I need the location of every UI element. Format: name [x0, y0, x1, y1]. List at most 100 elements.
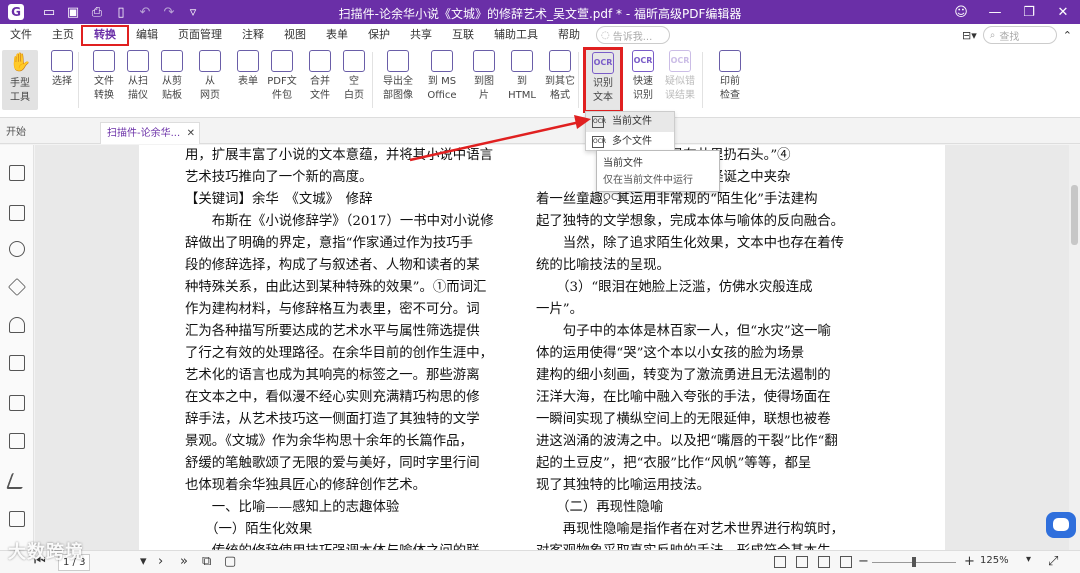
tab-menu-9[interactable]: 共享 [400, 24, 442, 46]
tab-menu-3[interactable]: 编辑 [126, 24, 168, 46]
select-tool-button[interactable]: 选择 [44, 50, 80, 89]
page-copy-icon[interactable]: ▢ [224, 554, 236, 569]
vertical-scrollbar[interactable] [1069, 145, 1080, 550]
user-account-icon[interactable]: ☺ [944, 0, 978, 24]
to-other-formats-button[interactable]: 到其它 格式 [542, 50, 578, 103]
ribbon-label: 文件 [310, 90, 330, 101]
tab-menu-2[interactable]: 转换 [81, 24, 129, 46]
tooltip-description: 仅在当前文件中运行OCR [603, 175, 693, 203]
search-input[interactable]: ⌕ 查找 [982, 26, 1057, 44]
single-page-view-icon[interactable] [774, 556, 786, 568]
find-options-icon[interactable]: ⊟▾ [962, 29, 977, 42]
close-window-button[interactable]: ✕ [1046, 0, 1080, 24]
pen-icon[interactable] [6, 473, 28, 489]
attachment-icon[interactable] [9, 317, 25, 333]
tab-menu-11[interactable]: 辅助工具 [484, 24, 548, 46]
merge-files-button[interactable]: 合并 文件 [302, 50, 338, 103]
thumbnails-icon[interactable] [9, 511, 25, 527]
to-other-formats-icon [549, 50, 571, 72]
chat-assistant-icon[interactable] [1046, 512, 1076, 538]
rotate-icon[interactable]: ⧉ [202, 554, 211, 569]
zoom-value[interactable]: 125% [980, 555, 1009, 566]
open-folder-icon[interactable]: ▭ [38, 2, 60, 22]
comments-icon[interactable] [9, 241, 25, 257]
forms-button[interactable]: 表单 [230, 50, 266, 89]
zoom-dropdown-icon[interactable]: ▾ [1026, 554, 1031, 565]
continuous-view-icon[interactable] [796, 556, 808, 568]
undo-icon[interactable]: ↶ [134, 2, 156, 22]
scrollbar-thumb[interactable] [1071, 185, 1078, 245]
tab-menu-10[interactable]: 互联 [442, 24, 484, 46]
next-page-icon[interactable]: › [158, 554, 163, 569]
ribbon-label: 文本 [593, 92, 613, 103]
to-ms-office-button[interactable]: 到 MS Office [424, 50, 460, 103]
text-line: 一片”。 [536, 302, 584, 317]
tab-menu-1[interactable]: 主页 [42, 24, 84, 46]
security-lock-icon[interactable] [9, 355, 25, 371]
ocr-dropdown-menu: OCR 当前文件 OCR 多个文件 [585, 111, 675, 151]
tell-me-box[interactable]: ◌ 告诉我... [596, 26, 670, 44]
two-page-continuous-icon[interactable] [840, 556, 852, 568]
customize-qa-icon[interactable]: ▿ [182, 2, 204, 22]
tab-menu-0[interactable]: 文件 [0, 24, 42, 46]
ribbon-label: 描仪 [128, 90, 148, 101]
ribbon-separator [702, 52, 703, 108]
print-icon[interactable]: ⎙ [86, 2, 108, 22]
bookmark-icon[interactable] [9, 165, 25, 181]
zoom-slider-knob[interactable] [912, 557, 916, 567]
quick-recognize-button[interactable]: OCR 快速 识别 [626, 50, 660, 103]
tab-menu-7[interactable]: 表单 [316, 24, 358, 46]
tell-me-placeholder: 告诉我... [612, 31, 653, 43]
text-line: 在文本之中，看似漫不经心实则充满精巧构思的修 [185, 390, 480, 405]
file-convert-button[interactable]: 文件 转换 [86, 50, 122, 103]
tab-menu-6[interactable]: 视图 [274, 24, 316, 46]
tab-menu-8[interactable]: 保护 [358, 24, 400, 46]
zoom-in-icon[interactable]: + [964, 554, 975, 569]
preflight-button[interactable]: 印前 检查 [712, 50, 748, 103]
ribbon-label: 表单 [238, 76, 258, 87]
page-dropdown-icon[interactable]: ▾ [140, 554, 147, 569]
fullscreen-icon[interactable]: ⤢ [1048, 554, 1058, 569]
export-images-button[interactable]: 导出全 部图像 [380, 50, 416, 103]
signature-icon[interactable] [9, 395, 25, 411]
menu-item-multiple-files[interactable]: OCR 多个文件 [586, 132, 674, 152]
tab-menu-4[interactable]: 页面管理 [168, 24, 232, 46]
menu-item-current-file[interactable]: OCR 当前文件 [586, 112, 674, 132]
ribbon-label: 部图像 [383, 90, 413, 101]
recognize-text-button[interactable]: OCR 识别 文本 [583, 47, 623, 113]
blank-page-button[interactable]: 空白页 [336, 50, 372, 103]
zoom-out-icon[interactable]: − [858, 554, 869, 569]
pdf-portfolio-button[interactable]: PDF文 件包 [264, 50, 300, 103]
from-web-button[interactable]: 从网页 [192, 50, 228, 103]
tab-menu-12[interactable]: 帮助 [548, 24, 590, 46]
to-html-button[interactable]: 到 HTML [504, 50, 540, 103]
two-page-view-icon[interactable] [818, 556, 830, 568]
merge-files-icon [309, 50, 331, 72]
pdf-portfolio-icon [271, 50, 293, 72]
tab-current-document[interactable]: 扫描件-论余华... ✕ [100, 122, 200, 144]
tab-menu-5[interactable]: 注释 [232, 24, 274, 46]
redo-icon[interactable]: ↷ [158, 2, 180, 22]
to-image-button[interactable]: 到图片 [466, 50, 502, 103]
close-tab-icon[interactable]: ✕ [187, 123, 195, 145]
document-info-icon[interactable] [9, 433, 25, 449]
save-icon[interactable]: ▣ [62, 2, 84, 22]
text-line: 传统的修辞使用技巧强调本体与喻体之间的联 [185, 541, 515, 550]
from-scanner-button[interactable]: 从扫 描仪 [120, 50, 156, 103]
from-clipboard-button[interactable]: 从剪 贴板 [154, 50, 190, 103]
last-page-icon[interactable]: » [180, 554, 188, 569]
ribbon-collapse-icon[interactable]: ⌃ [1063, 29, 1072, 42]
hand-tool-button[interactable]: ✋ 手型 工具 [2, 50, 38, 110]
file-convert-icon [93, 50, 115, 72]
tab-start[interactable]: 开始 [0, 122, 98, 144]
blank-page-icon [343, 50, 365, 72]
new-file-icon[interactable]: ▯ [110, 2, 132, 22]
pages-icon[interactable] [9, 205, 25, 221]
restore-button[interactable]: ❐ [1012, 0, 1046, 24]
document-view[interactable]: 用，扩展丰富了小说的文本意蕴，并将其小说中语言 艺术技巧推向了一个新的高度。 【关键… [35, 145, 1069, 550]
minimize-button[interactable]: — [978, 0, 1012, 24]
suspect-results-button[interactable]: OCR 疑似错 误结果 [662, 50, 698, 103]
ribbon-label: 印前 [720, 76, 740, 87]
ribbon-label: 误结果 [665, 90, 695, 101]
layers-icon[interactable] [7, 277, 27, 297]
